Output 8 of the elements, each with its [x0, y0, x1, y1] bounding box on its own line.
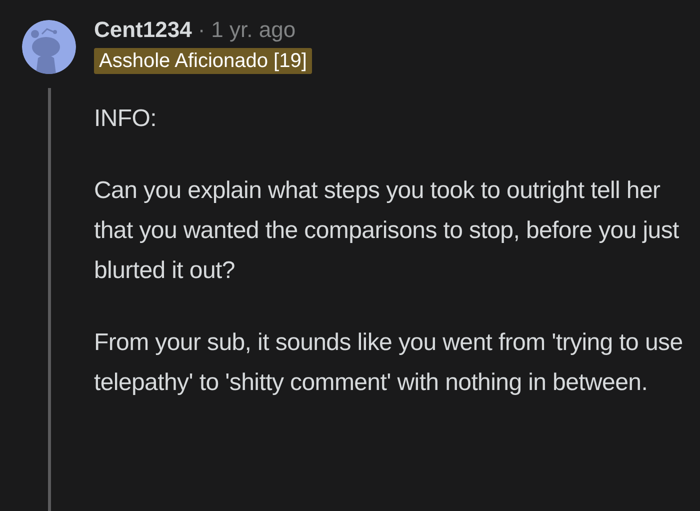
comment-paragraph: Can you explain what steps you took to outright tell her that you wanted the comparisons to stop, before you just blurted it out? [94, 176, 680, 286]
comment-paragraph: From your sub, it sounds like you went from 'trying to use telepathy' to 'shitty comment' with nothing in between. [94, 328, 684, 398]
user-flair: Asshole Aficionado [19] [94, 48, 312, 74]
timestamp: 1 yr. ago [211, 16, 296, 44]
avatar-icon [22, 20, 76, 74]
separator: · [198, 16, 206, 44]
comment-paragraph: INFO: [94, 104, 158, 134]
username[interactable]: Cent1234 [94, 16, 192, 44]
